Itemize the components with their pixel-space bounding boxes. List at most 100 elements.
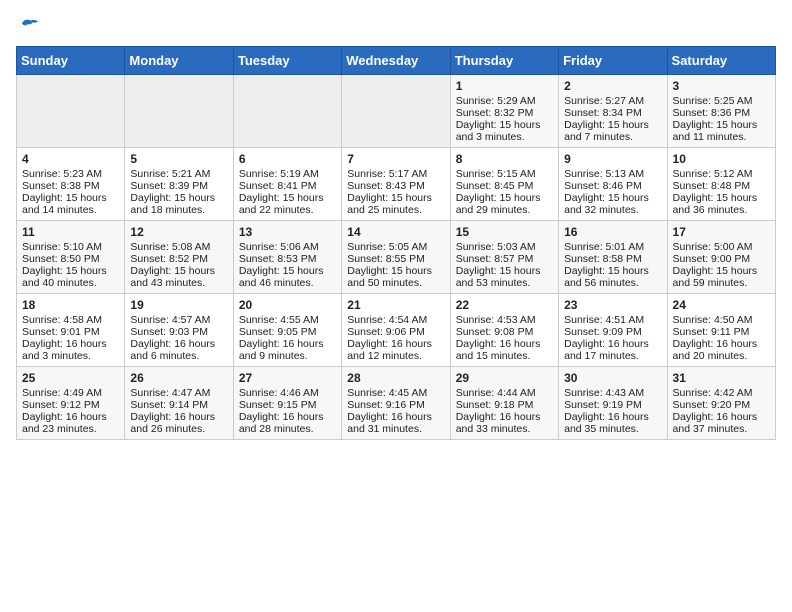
sunrise-text: Sunrise: 5:01 AM (564, 241, 644, 253)
calendar-cell: 11Sunrise: 5:10 AMSunset: 8:50 PMDayligh… (17, 221, 125, 294)
sunrise-text: Sunrise: 5:19 AM (239, 168, 319, 180)
day-number: 23 (564, 298, 661, 312)
calendar-cell (233, 75, 341, 148)
calendar-cell: 6 Sunrise: 5:19 AMSunset: 8:41 PMDaylight… (233, 148, 341, 221)
day-number: 27 (239, 371, 336, 385)
sunset-text: Sunset: 9:00 PM (673, 253, 751, 265)
weekday-header-row: SundayMondayTuesdayWednesdayThursdayFrid… (17, 47, 776, 75)
sunrise-text: Sunrise: 5:12 AM (673, 168, 753, 180)
daylight-text: and 37 minutes. (673, 423, 748, 435)
sunset-text: Sunset: 8:48 PM (673, 180, 751, 192)
daylight-text: Daylight: 16 hours (22, 411, 107, 423)
week-row-5: 25Sunrise: 4:49 AMSunset: 9:12 PMDayligh… (17, 367, 776, 440)
calendar-cell: 5Sunrise: 5:21 AMSunset: 8:39 PMDaylight… (125, 148, 233, 221)
sunset-text: Sunset: 8:39 PM (130, 180, 208, 192)
day-number: 3 (673, 79, 770, 93)
day-number: 7 (347, 152, 444, 166)
sunset-text: Sunset: 8:32 PM (456, 107, 534, 119)
daylight-text: and 12 minutes. (347, 350, 422, 362)
daylight-text: Daylight: 16 hours (456, 411, 541, 423)
daylight-text: Daylight: 15 hours (347, 265, 432, 277)
weekday-header-saturday: Saturday (667, 47, 775, 75)
daylight-text: Daylight: 15 hours (239, 192, 324, 204)
daylight-text: and 20 minutes. (673, 350, 748, 362)
calendar-cell: 27Sunrise: 4:46 AMSunset: 9:15 PMDayligh… (233, 367, 341, 440)
day-number: 1 (456, 79, 553, 93)
weekday-header-thursday: Thursday (450, 47, 558, 75)
calendar-cell: 1Sunrise: 5:29 AMSunset: 8:32 PMDaylight… (450, 75, 558, 148)
daylight-text: and 15 minutes. (456, 350, 531, 362)
sunrise-text: Sunrise: 4:54 AM (347, 314, 427, 326)
day-number: 26 (130, 371, 227, 385)
daylight-text: and 33 minutes. (456, 423, 531, 435)
sunset-text: Sunset: 9:05 PM (239, 326, 317, 338)
calendar-table: SundayMondayTuesdayWednesdayThursdayFrid… (16, 46, 776, 440)
day-number: 6 (239, 152, 336, 166)
day-number: 4 (22, 152, 119, 166)
calendar-cell: 25Sunrise: 4:49 AMSunset: 9:12 PMDayligh… (17, 367, 125, 440)
sunset-text: Sunset: 9:01 PM (22, 326, 100, 338)
week-row-2: 4Sunrise: 5:23 AMSunset: 8:38 PMDaylight… (17, 148, 776, 221)
calendar-cell: 24Sunrise: 4:50 AMSunset: 9:11 PMDayligh… (667, 294, 775, 367)
sunrise-text: Sunrise: 5:17 AM (347, 168, 427, 180)
sunset-text: Sunset: 9:08 PM (456, 326, 534, 338)
sunset-text: Sunset: 8:52 PM (130, 253, 208, 265)
daylight-text: and 43 minutes. (130, 277, 205, 289)
sunset-text: Sunset: 8:43 PM (347, 180, 425, 192)
weekday-header-friday: Friday (559, 47, 667, 75)
sunrise-text: Sunrise: 5:05 AM (347, 241, 427, 253)
day-number: 18 (22, 298, 119, 312)
daylight-text: Daylight: 16 hours (564, 411, 649, 423)
daylight-text: and 56 minutes. (564, 277, 639, 289)
calendar-cell: 14Sunrise: 5:05 AMSunset: 8:55 PMDayligh… (342, 221, 450, 294)
calendar-cell: 29Sunrise: 4:44 AMSunset: 9:18 PMDayligh… (450, 367, 558, 440)
sunrise-text: Sunrise: 5:27 AM (564, 95, 644, 107)
sunrise-text: Sunrise: 4:53 AM (456, 314, 536, 326)
daylight-text: and 31 minutes. (347, 423, 422, 435)
logo-bird-icon (18, 16, 40, 38)
weekday-header-tuesday: Tuesday (233, 47, 341, 75)
daylight-text: and 50 minutes. (347, 277, 422, 289)
sunrise-text: Sunrise: 5:00 AM (673, 241, 753, 253)
sunrise-text: Sunrise: 5:13 AM (564, 168, 644, 180)
sunrise-text: Sunrise: 5:10 AM (22, 241, 102, 253)
sunrise-text: Sunrise: 5:03 AM (456, 241, 536, 253)
sunset-text: Sunset: 8:38 PM (22, 180, 100, 192)
daylight-text: Daylight: 16 hours (564, 338, 649, 350)
sunrise-text: Sunrise: 5:25 AM (673, 95, 753, 107)
daylight-text: Daylight: 15 hours (456, 192, 541, 204)
calendar-cell: 10Sunrise: 5:12 AMSunset: 8:48 PMDayligh… (667, 148, 775, 221)
daylight-text: Daylight: 15 hours (564, 192, 649, 204)
day-number: 25 (22, 371, 119, 385)
calendar-cell: 3Sunrise: 5:25 AMSunset: 8:36 PMDaylight… (667, 75, 775, 148)
sunset-text: Sunset: 8:50 PM (22, 253, 100, 265)
sunset-text: Sunset: 8:57 PM (456, 253, 534, 265)
day-number: 22 (456, 298, 553, 312)
daylight-text: Daylight: 16 hours (22, 338, 107, 350)
day-number: 12 (130, 225, 227, 239)
sunset-text: Sunset: 8:53 PM (239, 253, 317, 265)
day-number: 30 (564, 371, 661, 385)
daylight-text: and 17 minutes. (564, 350, 639, 362)
daylight-text: Daylight: 15 hours (564, 119, 649, 131)
day-number: 21 (347, 298, 444, 312)
sunset-text: Sunset: 8:41 PM (239, 180, 317, 192)
daylight-text: and 53 minutes. (456, 277, 531, 289)
daylight-text: Daylight: 16 hours (673, 338, 758, 350)
calendar-cell: 30Sunrise: 4:43 AMSunset: 9:19 PMDayligh… (559, 367, 667, 440)
day-number: 14 (347, 225, 444, 239)
day-number: 8 (456, 152, 553, 166)
sunset-text: Sunset: 9:03 PM (130, 326, 208, 338)
daylight-text: and 26 minutes. (130, 423, 205, 435)
sunset-text: Sunset: 9:15 PM (239, 399, 317, 411)
day-number: 31 (673, 371, 770, 385)
daylight-text: and 28 minutes. (239, 423, 314, 435)
calendar-cell: 21Sunrise: 4:54 AMSunset: 9:06 PMDayligh… (342, 294, 450, 367)
sunrise-text: Sunrise: 4:51 AM (564, 314, 644, 326)
daylight-text: and 22 minutes. (239, 204, 314, 216)
daylight-text: Daylight: 16 hours (456, 338, 541, 350)
weekday-header-sunday: Sunday (17, 47, 125, 75)
daylight-text: Daylight: 16 hours (673, 411, 758, 423)
sunset-text: Sunset: 8:34 PM (564, 107, 642, 119)
page-header (16, 16, 776, 38)
